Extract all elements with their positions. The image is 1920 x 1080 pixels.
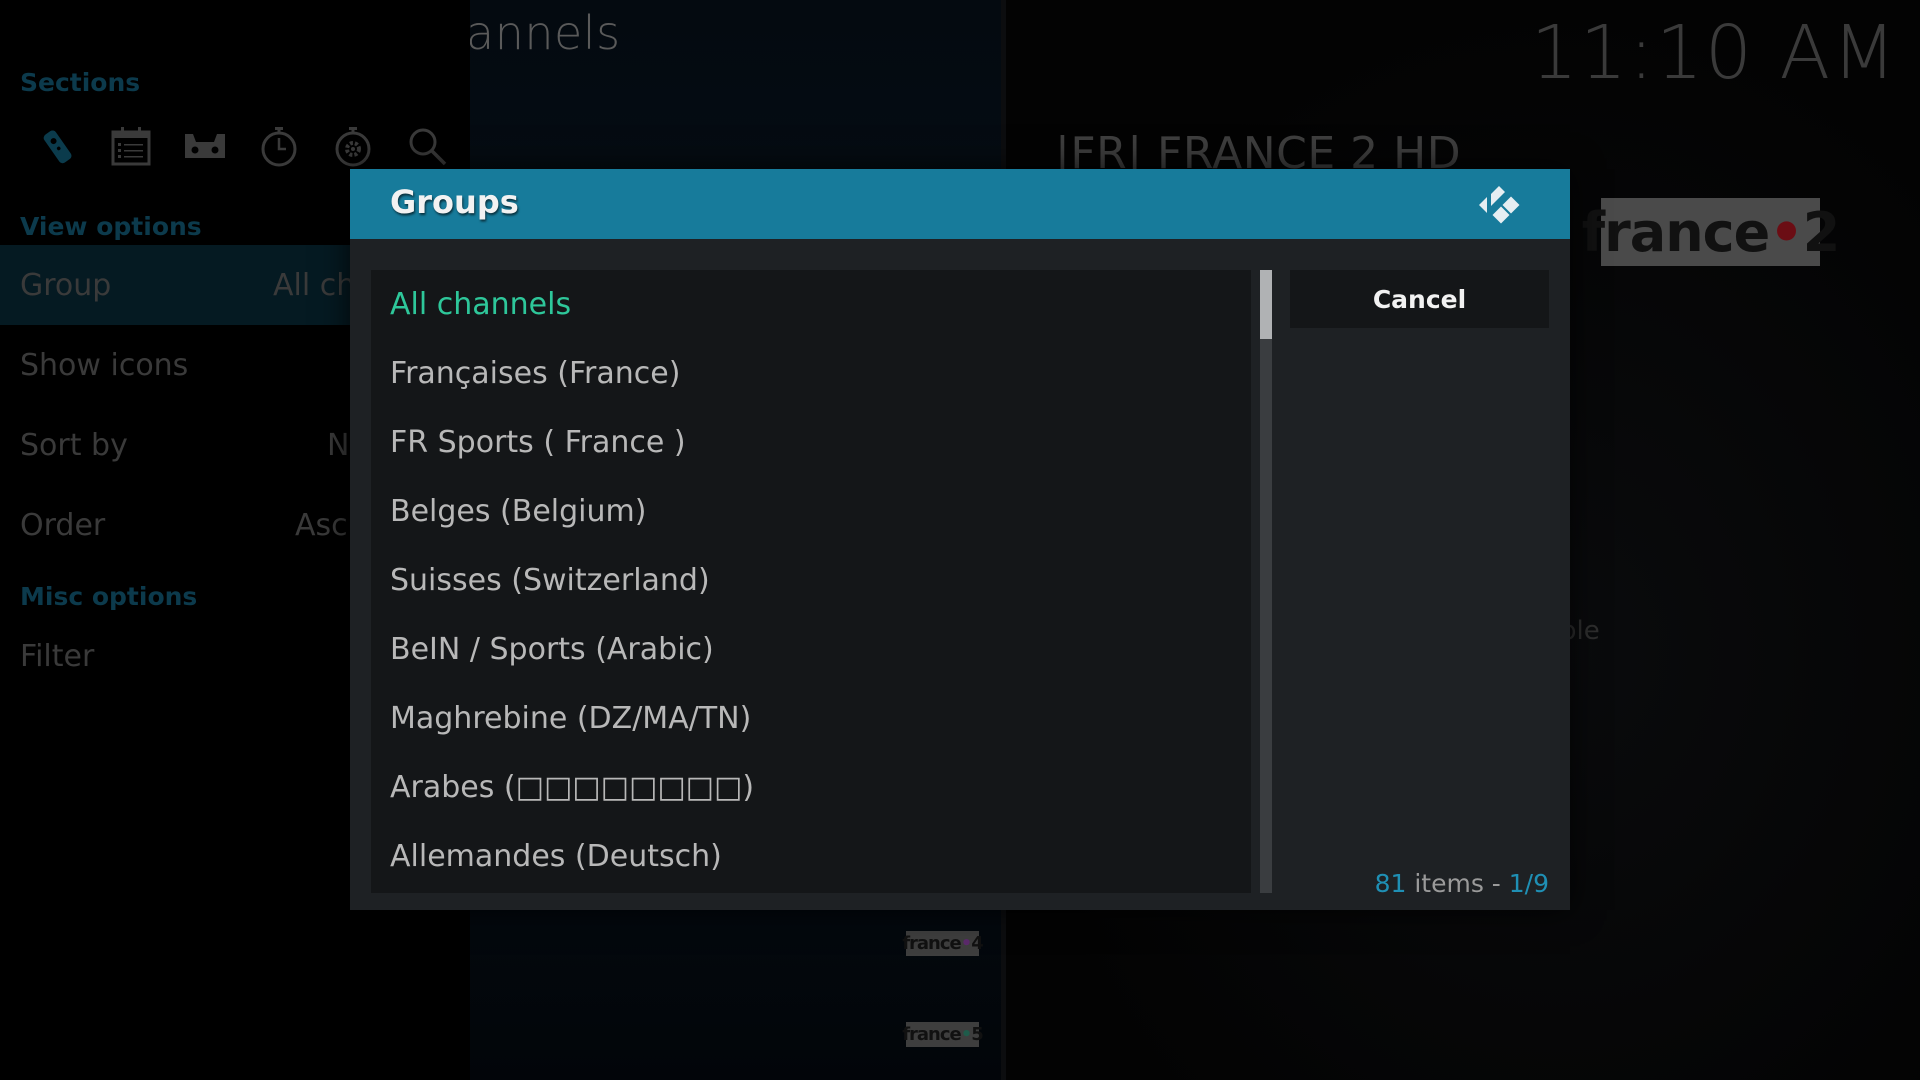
clock: 11:10 AM <box>1530 10 1898 96</box>
item-total: 81 <box>1374 869 1407 898</box>
channel-logo-france4: france • 4 <box>902 931 984 956</box>
option-label: Filter <box>20 638 95 674</box>
timers-icon[interactable] <box>242 118 316 174</box>
logo-dot: • <box>960 933 972 954</box>
list-scrollbar[interactable] <box>1260 270 1272 893</box>
group-list-item[interactable]: Maghrebine (DZ/MA/TN) <box>371 684 1251 753</box>
logo-text: france <box>902 933 962 954</box>
group-list-item[interactable]: All channels <box>371 270 1251 339</box>
scrollbar-thumb[interactable] <box>1260 270 1272 340</box>
option-label: Show icons <box>20 347 189 383</box>
group-list-item[interactable]: Suisses (Switzerland) <box>371 546 1251 615</box>
logo-number: 2 <box>1802 200 1841 264</box>
dialog-title: Groups <box>390 183 519 221</box>
logo-text: france <box>1581 200 1771 264</box>
sections-heading: Sections <box>20 68 141 97</box>
window-title: annels <box>466 6 621 60</box>
channel-logo-france2: france • 2 <box>1582 198 1840 266</box>
cancel-button[interactable]: Cancel <box>1290 270 1549 328</box>
timer-rules-icon[interactable] <box>316 118 390 174</box>
group-list-item[interactable]: Belges (Belgium) <box>371 477 1251 546</box>
option-value: Asc <box>295 507 348 543</box>
group-list-item[interactable]: Françaises (France) <box>371 339 1251 408</box>
kodi-logo-icon <box>1479 186 1520 224</box>
channel-logo-france5: france • 5 <box>902 1022 984 1047</box>
view-options-heading: View options <box>20 212 202 241</box>
option-label: Group <box>20 267 112 303</box>
logo-text: france <box>902 1024 962 1045</box>
groups-dialog: Groups All channels Françaises (France) FR… <box>350 169 1570 910</box>
group-list-item[interactable]: BeIN / Sports (Arabic) <box>371 615 1251 684</box>
items-word: items - <box>1406 869 1509 898</box>
search-icon[interactable] <box>390 118 464 174</box>
logo-number: 5 <box>971 1024 983 1045</box>
option-label: Sort by <box>20 427 128 463</box>
remote-icon[interactable] <box>20 118 94 174</box>
logo-number: 4 <box>971 933 983 954</box>
recordings-icon[interactable] <box>168 118 242 174</box>
option-value: N <box>327 427 350 463</box>
dialog-header: Groups <box>350 169 1570 239</box>
section-icons-bar <box>20 118 464 174</box>
guide-calendar-icon[interactable] <box>94 118 168 174</box>
group-list-item[interactable]: FR Sports ( France ) <box>371 408 1251 477</box>
item-count: 81 items - 1/9 <box>1375 869 1549 898</box>
logo-dot: • <box>1769 200 1804 264</box>
groups-list: All channels Françaises (France) FR Sports… <box>371 270 1251 893</box>
logo-dot: • <box>960 1024 972 1045</box>
misc-options-heading: Misc options <box>20 582 198 611</box>
group-list-item[interactable]: Arabes (□□□□□□□□) <box>371 753 1251 822</box>
group-list-item[interactable]: Allemandes (Deutsch) <box>371 822 1251 891</box>
option-label: Order <box>20 507 106 543</box>
page-indicator: 1/9 <box>1508 869 1549 898</box>
